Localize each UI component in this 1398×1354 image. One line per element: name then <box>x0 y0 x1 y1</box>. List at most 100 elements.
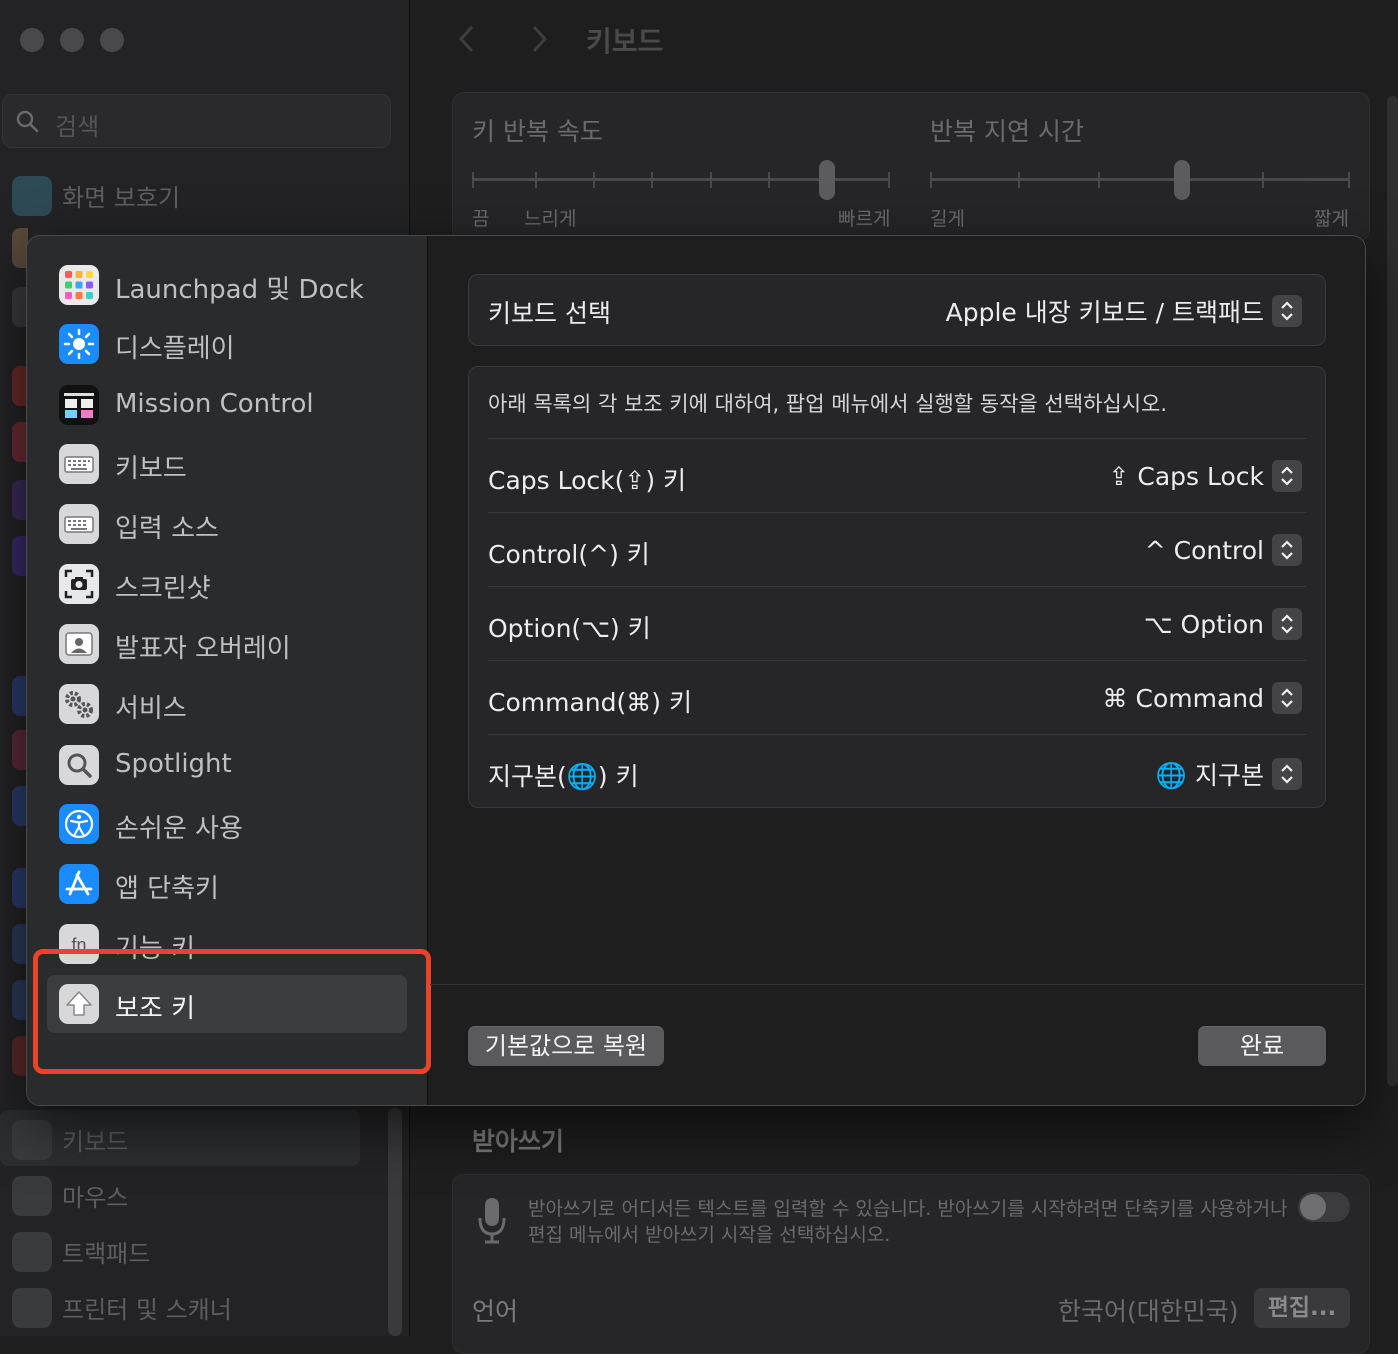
mission-control-icon <box>59 385 99 425</box>
sheet-item-label: Launchpad 및 Dock <box>115 275 364 305</box>
slider-tick <box>535 172 537 188</box>
keyboard-select-value: Apple 내장 키보드 / 트랙패드 <box>945 298 1264 327</box>
sheet-item-keyboard[interactable]: 키보드 <box>47 435 407 493</box>
control-popup[interactable]: ^ Control <box>1145 534 1302 566</box>
keyboard-icon <box>59 444 99 484</box>
language-value: 한국어(대한민국) <box>1058 1297 1239 1326</box>
key-repeat-title: 키 반복 속도 <box>472 117 603 146</box>
slider-tick <box>593 172 595 188</box>
keyboard-select-label: 키보드 선택 <box>488 299 611 328</box>
sheet-item-spotlight[interactable]: Spotlight <box>47 736 407 794</box>
key-repeat-slider-knob[interactable] <box>819 160 836 200</box>
microphone-icon <box>478 1198 506 1244</box>
sidebar-item-label: 키보드 <box>62 1128 129 1156</box>
slider-label-slow: 느리게 <box>524 208 577 230</box>
main-scrollbar[interactable] <box>1387 96 1398 1086</box>
sidebar-item-trackpad[interactable]: 트랙패드 <box>0 1222 360 1278</box>
updown-chevron-icon <box>1272 295 1302 327</box>
edit-language-button[interactable]: 편집... <box>1254 1288 1350 1328</box>
divider <box>488 734 1306 735</box>
modifier-description: 아래 목록의 각 보조 키에 대하여, 팝업 메뉴에서 실행할 동작을 선택하십… <box>488 392 1168 416</box>
footer-divider <box>430 984 1364 985</box>
accessibility-icon <box>59 804 99 844</box>
sidebar-item-mouse[interactable]: 마우스 <box>0 1166 360 1222</box>
restore-defaults-button[interactable]: 기본값으로 복원 <box>468 1026 664 1066</box>
sidebar-item-keyboard[interactable]: 키보드 <box>0 1110 360 1166</box>
caps-lock-popup[interactable]: ⇪ Caps Lock <box>1108 460 1302 492</box>
updown-chevron-icon <box>1272 608 1302 640</box>
globe-label: 지구본(🌐) 키 <box>488 762 639 791</box>
sheet-item-label: 디스플레이 <box>115 334 235 364</box>
divider <box>488 660 1306 661</box>
sheet-item-services[interactable]: 서비스 <box>47 675 407 733</box>
mouse-icon <box>12 1176 52 1216</box>
sidebar-item-screensaver[interactable]: 화면 보호기 <box>0 166 360 222</box>
sheet-item-input-sources[interactable]: 입력 소스 <box>47 495 407 553</box>
forward-chevron-icon[interactable] <box>528 24 550 54</box>
updown-chevron-icon <box>1272 534 1302 566</box>
option-label: Option(⌥) 키 <box>488 614 651 643</box>
globe-popup[interactable]: 🌐 지구본 <box>1156 756 1302 792</box>
presenter-overlay-icon <box>59 624 99 664</box>
sidebar-item-printers[interactable]: 프린터 및 스캐너 <box>0 1278 360 1334</box>
slider-tick <box>930 172 932 188</box>
divider <box>488 512 1306 513</box>
zoom-window-button[interactable] <box>100 28 124 52</box>
language-label: 언어 <box>472 1297 519 1326</box>
sidebar-item-label: 프린터 및 스캐너 <box>62 1296 232 1324</box>
divider <box>488 438 1306 439</box>
slider-tick <box>1262 172 1264 188</box>
printer-icon <box>12 1288 52 1328</box>
slider-label-off: 끔 <box>472 208 490 230</box>
minimize-window-button[interactable] <box>60 28 84 52</box>
command-value: ⌘ Command <box>1102 683 1264 713</box>
slider-tick <box>651 172 653 188</box>
sheet-item-screenshot[interactable]: 스크린샷 <box>47 555 407 613</box>
slider-tick <box>768 172 770 188</box>
control-label: Control(^) 키 <box>488 540 650 569</box>
done-button[interactable]: 완료 <box>1198 1026 1326 1066</box>
sheet-item-label: 스크린샷 <box>115 574 211 604</box>
slider-tick <box>710 172 712 188</box>
sheet-item-label: 키보드 <box>115 454 187 484</box>
slider-tick <box>1018 172 1020 188</box>
sidebar-item-label: 화면 보호기 <box>62 184 181 212</box>
keyboard-select-popup[interactable]: Apple 내장 키보드 / 트랙패드 <box>946 293 1302 329</box>
services-icon <box>59 684 99 724</box>
sidebar-item-label: 트랙패드 <box>62 1240 151 1268</box>
sheet-item-label: Mission Control <box>115 389 314 419</box>
dictation-title: 받아쓰기 <box>472 1127 565 1156</box>
sheet-item-launchpad[interactable]: Launchpad 및 Dock <box>47 256 407 314</box>
updown-chevron-icon <box>1272 682 1302 714</box>
toggle-knob <box>1300 1194 1326 1220</box>
control-value: ^ Control <box>1144 535 1264 565</box>
sidebar-item-label: 마우스 <box>62 1184 129 1212</box>
sidebar-scrollbar[interactable] <box>388 1108 402 1336</box>
highlight-annotation <box>33 949 431 1074</box>
repeat-delay-slider[interactable] <box>930 178 1350 181</box>
sheet-item-label: 입력 소스 <box>115 514 219 544</box>
sheet-item-display[interactable]: 디스플레이 <box>47 315 407 373</box>
sheet-item-presenter-overlay[interactable]: 발표자 오버레이 <box>47 615 407 673</box>
sheet-item-label: Spotlight <box>115 749 232 779</box>
updown-chevron-icon <box>1272 460 1302 492</box>
spotlight-icon <box>59 745 99 785</box>
slider-label-short: 짧게 <box>1314 208 1349 230</box>
command-popup[interactable]: ⌘ Command <box>1103 682 1302 714</box>
sheet-item-accessibility[interactable]: 손쉬운 사용 <box>47 795 407 853</box>
launchpad-icon <box>59 265 99 305</box>
slider-label-fast: 빠르게 <box>838 208 891 230</box>
caps-lock-value: ⇪ Caps Lock <box>1108 461 1264 491</box>
keyboard-icon <box>12 1120 52 1160</box>
search-field[interactable]: 검색 <box>2 94 391 148</box>
dictation-toggle[interactable] <box>1298 1192 1350 1222</box>
option-popup[interactable]: ⌥ Option <box>1144 608 1302 640</box>
modifier-keys-card <box>468 366 1326 808</box>
repeat-delay-slider-knob[interactable] <box>1174 160 1190 200</box>
back-chevron-icon[interactable] <box>456 24 478 54</box>
sheet-item-app-shortcuts[interactable]: 앱 단축키 <box>47 855 407 913</box>
screenshot-icon <box>59 564 99 604</box>
sheet-item-mission-control[interactable]: Mission Control <box>47 376 407 434</box>
close-window-button[interactable] <box>20 28 44 52</box>
divider <box>488 586 1306 587</box>
